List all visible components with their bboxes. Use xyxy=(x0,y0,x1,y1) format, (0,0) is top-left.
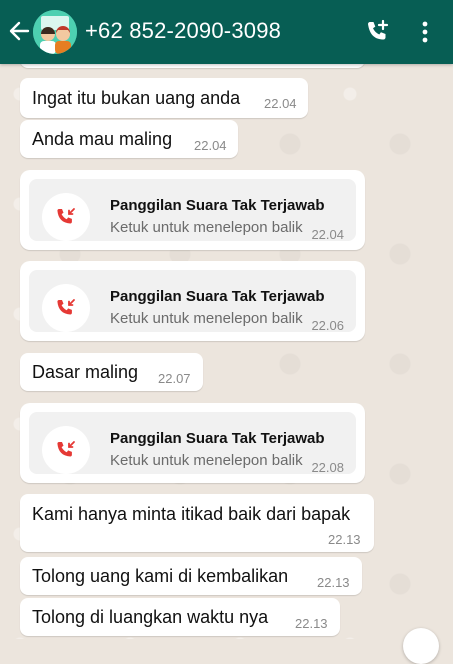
missed-call-icon-circle xyxy=(42,426,90,474)
message-text: Tolong di luangkan waktu nya xyxy=(32,607,269,627)
message-time: 22.06 xyxy=(311,318,344,333)
message-time: 22.07 xyxy=(158,371,191,386)
more-options-icon[interactable] xyxy=(418,20,432,44)
missed-call-title: Panggilan Suara Tak Terjawab xyxy=(110,197,325,214)
missed-call-icon-circle xyxy=(42,284,90,332)
missed-call-inner: Panggilan Suara Tak Terjawab Ketuk untuk… xyxy=(29,179,356,242)
missed-call-card[interactable]: Panggilan Suara Tak Terjawab Ketuk untuk… xyxy=(20,403,365,483)
message-text: Anda mau maling xyxy=(32,129,173,149)
message-bubble[interactable]: Dasar maling 22.07 xyxy=(20,353,203,391)
message-time: 22.13 xyxy=(328,532,361,547)
message-text: Dasar maling xyxy=(32,362,139,382)
add-call-icon[interactable] xyxy=(364,19,390,45)
missed-call-inner: Panggilan Suara Tak Terjawab Ketuk untuk… xyxy=(29,270,356,333)
message-time: 22.08 xyxy=(311,460,344,475)
message-bubble[interactable]: Kami hanya minta itikad baik dari bapak … xyxy=(20,494,374,552)
message-text: Ingat itu bukan uang anda xyxy=(32,88,241,108)
message-bubble[interactable]: Ingat itu bukan uang anda 22.04 xyxy=(20,78,308,118)
scroll-to-bottom-button[interactable] xyxy=(403,628,439,664)
missed-call-title: Panggilan Suara Tak Terjawab xyxy=(110,430,325,447)
message-text: Kami hanya minta itikad baik dari bapak xyxy=(32,504,351,524)
message-text: Tolong uang kami di kembalikan xyxy=(32,566,289,586)
message-bubble[interactable]: Anda mau maling 22.04 xyxy=(20,120,238,158)
message-time: 22.04 xyxy=(194,138,227,153)
missed-call-icon xyxy=(57,441,75,457)
message-bubble[interactable]: Tolong uang kami di kembalikan 22.13 xyxy=(20,557,362,595)
message-time: 22.13 xyxy=(295,616,328,631)
missed-call-subtitle: Ketuk untuk menelepon balik xyxy=(110,219,303,236)
missed-call-icon xyxy=(57,208,75,224)
missed-call-card[interactable]: Panggilan Suara Tak Terjawab Ketuk untuk… xyxy=(20,261,365,341)
missed-call-subtitle: Ketuk untuk menelepon balik xyxy=(110,452,303,469)
missed-call-icon xyxy=(57,299,75,315)
missed-call-inner: Panggilan Suara Tak Terjawab Ketuk untuk… xyxy=(29,412,356,475)
message-bubble[interactable]: Tolong di luangkan waktu nya 22.13 xyxy=(20,598,340,636)
missed-call-icon-circle xyxy=(42,193,90,241)
missed-call-card[interactable]: Panggilan Suara Tak Terjawab Ketuk untuk… xyxy=(20,170,365,250)
message-time: 22.04 xyxy=(311,227,344,242)
back-arrow-icon[interactable] xyxy=(8,20,30,42)
missed-call-title: Panggilan Suara Tak Terjawab xyxy=(110,288,325,305)
contact-avatar[interactable] xyxy=(33,10,77,54)
contact-phone-number[interactable]: +62 852-2090-3098 xyxy=(85,18,281,44)
missed-call-subtitle: Ketuk untuk menelepon balik xyxy=(110,310,303,327)
message-time: 22.04 xyxy=(264,96,297,111)
message-time: 22.13 xyxy=(317,575,350,590)
chat-header: +62 852-2090-3098 xyxy=(0,0,453,64)
